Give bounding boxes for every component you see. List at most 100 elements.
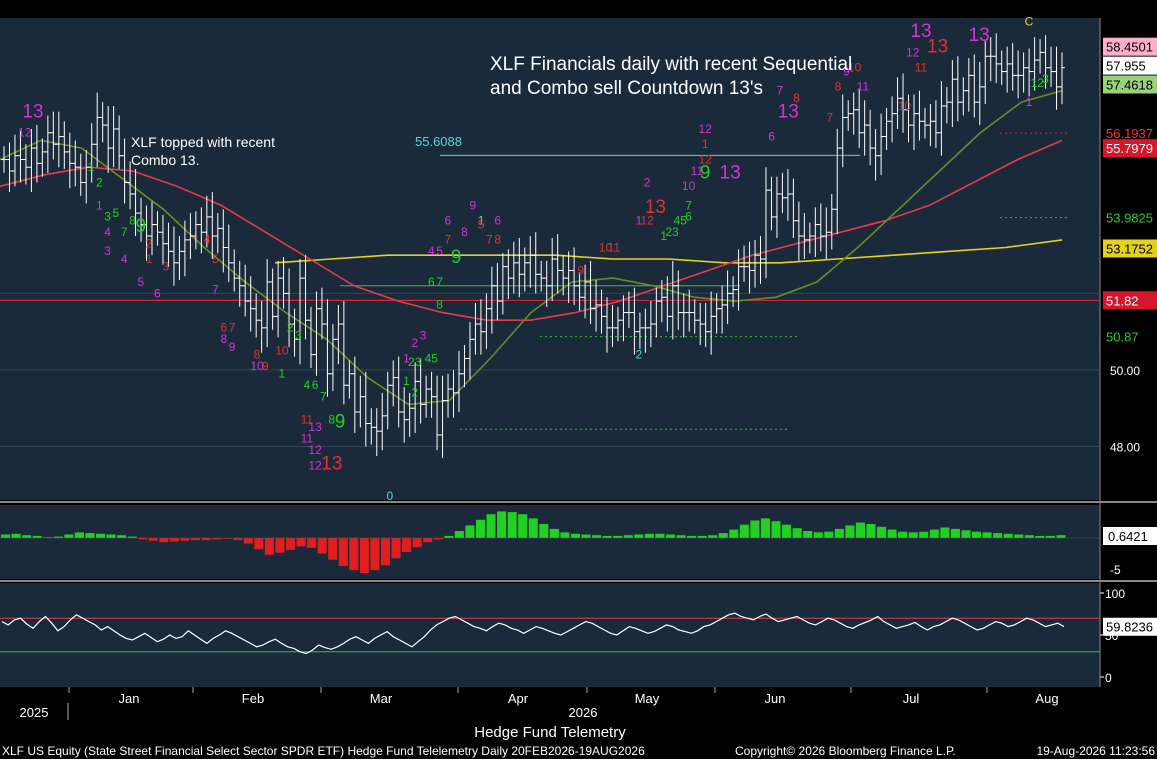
td-count-label: 6: [768, 129, 775, 143]
macd-bar: [74, 532, 84, 538]
td-count-label: 9: [577, 263, 584, 277]
td-count-label: 4: [303, 378, 310, 392]
td-count-label: 7: [445, 233, 452, 247]
macd-bar: [328, 538, 338, 560]
macd-bar: [1045, 535, 1055, 538]
macd-bar: [233, 538, 243, 541]
x-axis-title: Hedge Fund Telemetry: [474, 724, 626, 741]
macd-bar: [708, 535, 718, 538]
macd-bar: [1024, 535, 1034, 538]
td-count-label: 3: [104, 244, 111, 258]
td-count-label: 7: [436, 275, 443, 289]
td-count-label: 2: [146, 237, 153, 251]
macd-bar: [307, 538, 317, 548]
macd-bar: [750, 520, 760, 538]
macd-bar: [201, 538, 211, 541]
macd-bar: [117, 535, 127, 538]
td-count-label: 11: [915, 61, 928, 75]
td-count-label: 13: [22, 101, 43, 122]
macd-bar: [634, 534, 644, 538]
macd-bar: [824, 531, 834, 538]
macd-bar: [391, 538, 401, 559]
chart-title-line2: and Combo sell Countdown 13's: [490, 78, 763, 99]
macd-bar: [877, 526, 887, 538]
price-tick-label: 48.00: [1110, 440, 1140, 454]
rsi-panel: [0, 583, 1100, 687]
macd-bar: [148, 538, 158, 541]
macd-bar: [243, 538, 253, 544]
td-count-label: 13: [778, 101, 799, 122]
macd-bar: [64, 534, 74, 538]
td-count-label: 11: [857, 80, 870, 94]
td-count-label: 9: [700, 163, 711, 184]
td-count-label: 8: [494, 233, 501, 247]
td-count-label: 7: [212, 282, 219, 296]
td-count-label: 1: [635, 214, 642, 228]
td-count-label: 13: [720, 163, 741, 184]
td-count-label: 2: [635, 347, 642, 361]
svg-text:53.9825: 53.9825: [1106, 211, 1153, 226]
macd-bar: [972, 531, 982, 538]
td-count-label: 1: [1026, 95, 1033, 109]
td-count-label: 2: [411, 386, 418, 400]
td-count-label: 2: [644, 175, 651, 189]
td-count-label: 2: [287, 321, 294, 335]
macd-bar: [380, 538, 391, 566]
macd-bar: [792, 528, 802, 538]
macd-bar: [581, 534, 591, 538]
td-count-label: 6: [445, 214, 452, 228]
macd-bar: [180, 538, 190, 541]
td-count-label: 2: [411, 336, 418, 350]
td-count-label: 10: [275, 344, 289, 358]
month-label: Jun: [765, 691, 786, 706]
td-count-label: 9: [335, 411, 346, 432]
level-label: 55.6088: [415, 134, 462, 149]
td-count-label: 0: [386, 489, 393, 503]
macd-bar: [760, 518, 770, 538]
td-count-label: 1: [403, 374, 410, 388]
macd-bar: [95, 533, 106, 538]
macd-bar: [782, 524, 792, 538]
td-count-label: 1: [702, 137, 709, 151]
macd-bar: [866, 524, 876, 538]
td-count-label: 6: [154, 286, 161, 300]
macd-bar: [570, 533, 580, 538]
macd-bar: [950, 528, 960, 538]
macd-bar: [834, 528, 844, 538]
footer-right: 19-Aug-2026 11:23:56: [1036, 744, 1155, 758]
month-label: Jan: [119, 691, 140, 706]
td-count-label: 13: [645, 197, 666, 218]
svg-text:59.8236: 59.8236: [1106, 620, 1153, 635]
td-count-label: 1: [146, 252, 153, 266]
td-count-label: 7: [486, 233, 493, 247]
rsi-tick-label: 0: [1105, 671, 1112, 685]
td-count-label: 13: [927, 36, 948, 57]
macd-tick-label: -5: [1110, 563, 1121, 577]
price-value-label: 58.4501: [1103, 37, 1157, 56]
td-count-label: 8: [461, 225, 468, 239]
macd-bar: [676, 535, 686, 538]
td-count-label: 12: [18, 126, 32, 140]
macd-bar: [655, 533, 665, 538]
macd-bar: [22, 535, 32, 538]
svg-text:51.82: 51.82: [1106, 293, 1139, 308]
rsi-tick-label: 100: [1105, 587, 1125, 601]
macd-bar: [507, 512, 517, 538]
macd-bar: [1003, 533, 1013, 538]
td-count-label: 7: [685, 198, 692, 212]
svg-text:58.4501: 58.4501: [1106, 40, 1153, 55]
td-count-label: 45: [425, 351, 439, 365]
footer-center: Copyright© 2026 Bloomberg Finance L.P.: [735, 744, 956, 758]
macd-bar: [592, 535, 602, 538]
td-count-label: C: [1025, 15, 1034, 29]
macd-bar: [1035, 535, 1045, 538]
svg-text:55.7979: 55.7979: [1106, 141, 1153, 156]
price-value-label: 57.4618: [1103, 75, 1157, 94]
macd-bar: [813, 532, 823, 538]
macd-bar: [993, 533, 1003, 538]
td-count-label: 9: [229, 340, 236, 354]
td-count-label: 7: [826, 110, 833, 124]
macd-bar: [919, 531, 929, 538]
macd-bar: [338, 538, 348, 566]
macd-bar: [845, 525, 855, 538]
